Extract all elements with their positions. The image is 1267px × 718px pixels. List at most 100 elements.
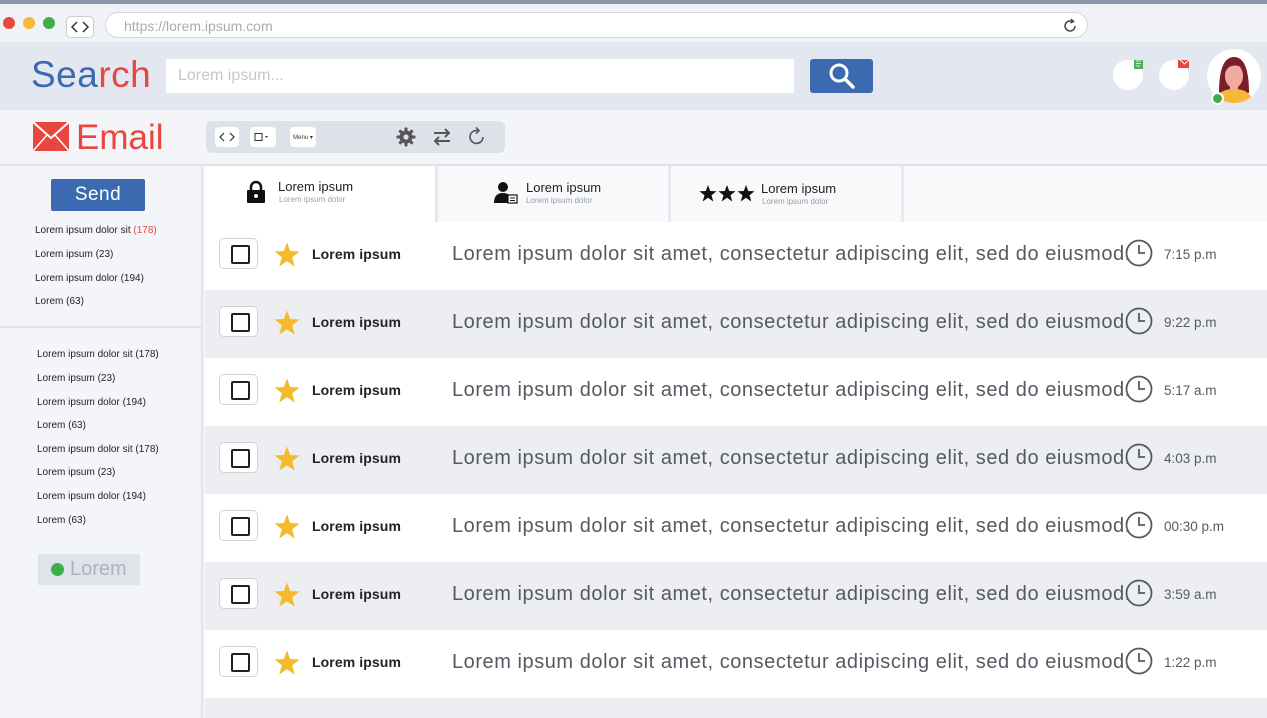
send-button[interactable]: Send [51, 179, 145, 211]
tab-primary[interactable]: Lorem ipsum Lorem ipsum dolor [205, 166, 435, 222]
star-icon[interactable] [274, 378, 300, 403]
sidebar-item[interactable]: Lorem ipsum (23) [37, 373, 115, 384]
message-preview[interactable]: Lorem ipsum dolor sit amet, consectetur … [452, 311, 1131, 334]
message-checkbox[interactable] [219, 578, 258, 609]
address-bar-url: https://lorem.ipsum.com [124, 18, 273, 34]
message-preview[interactable]: Lorem ipsum dolor sit amet, consectetur … [452, 243, 1131, 266]
message-row[interactable]: Lorem ipsum Lorem ipsum dolor sit amet, … [205, 494, 1267, 562]
message-preview[interactable]: Lorem ipsum dolor sit amet, consectetur … [452, 447, 1131, 470]
document-icon [1134, 58, 1143, 69]
back-forward-icon [70, 21, 90, 33]
select-dropdown-button[interactable] [250, 127, 276, 147]
mail-tabs: Lorem ipsum Lorem ipsum dolor Lorem ipsu… [205, 166, 1267, 222]
clock-icon [1125, 375, 1153, 403]
message-time: 7:15 p.m [1164, 247, 1217, 262]
message-time: 4:03 p.m [1164, 451, 1217, 466]
search-button[interactable] [810, 59, 873, 93]
star-icon[interactable] [274, 446, 300, 471]
back-forward-buttons[interactable] [66, 16, 94, 38]
star-icon[interactable] [274, 650, 300, 675]
message-checkbox[interactable] [219, 646, 258, 677]
message-row-partial [205, 698, 1267, 718]
message-sender: Lorem ipsum [312, 314, 402, 330]
star-icon[interactable] [274, 310, 300, 335]
close-window-button[interactable] [3, 17, 15, 29]
status-label: Lorem [70, 558, 127, 580]
message-sender: Lorem ipsum [312, 518, 402, 534]
message-row[interactable]: Lorem ipsum Lorem ipsum dolor sit amet, … [205, 426, 1267, 494]
message-time: 5:17 a.m [1164, 383, 1217, 398]
code-view-button[interactable] [215, 127, 239, 147]
message-sender: Lorem ipsum [312, 382, 402, 398]
star-icon[interactable] [274, 582, 300, 607]
clock-icon [1125, 307, 1153, 335]
sidebar-item[interactable]: Lorem ipsum dolor sit (178) [37, 444, 159, 455]
message-checkbox[interactable] [219, 374, 258, 405]
message-checkbox[interactable] [219, 510, 258, 541]
menu-dropdown-button[interactable]: Menu ▾ [290, 127, 316, 147]
message-row[interactable]: Lorem ipsum Lorem ipsum dolor sit amet, … [205, 358, 1267, 426]
status-online-dot [51, 563, 64, 576]
email-toolbar: Menu ▾ [206, 121, 505, 153]
clock-icon [1125, 443, 1153, 471]
message-row[interactable]: Lorem ipsum Lorem ipsum dolor sit amet, … [205, 562, 1267, 630]
gear-icon[interactable] [395, 126, 417, 148]
clock-icon [1125, 579, 1153, 607]
person-icon [494, 182, 518, 204]
message-sender: Lorem ipsum [312, 654, 402, 670]
mail-notification[interactable] [1159, 57, 1192, 90]
sidebar-item[interactable]: Lorem (63) [35, 296, 84, 307]
search-input[interactable] [166, 59, 794, 93]
message-time: 00:30 p.m [1164, 519, 1225, 534]
tab-starred[interactable]: Lorem ipsum Lorem ipsum dolor [671, 166, 901, 222]
online-status-dot [1211, 92, 1224, 105]
message-time: 1:22 p.m [1164, 655, 1217, 670]
minimize-window-button[interactable] [23, 17, 35, 29]
message-preview[interactable]: Lorem ipsum dolor sit amet, consectetur … [452, 651, 1131, 674]
clock-icon [1125, 647, 1153, 675]
refresh-icon[interactable] [466, 126, 488, 148]
sidebar-item[interactable]: Lorem ipsum (23) [35, 249, 113, 260]
message-row[interactable]: Lorem ipsum Lorem ipsum dolor sit amet, … [205, 222, 1267, 290]
sidebar-item[interactable]: Lorem ipsum dolor sit (178) [35, 225, 157, 236]
message-preview[interactable]: Lorem ipsum dolor sit amet, consectetur … [452, 515, 1131, 538]
message-sender: Lorem ipsum [312, 450, 402, 466]
message-preview[interactable]: Lorem ipsum dolor sit amet, consectetur … [452, 379, 1131, 402]
address-bar[interactable]: https://lorem.ipsum.com [105, 12, 1088, 38]
swap-arrows-icon[interactable] [431, 126, 453, 148]
magnifier-icon [829, 63, 855, 89]
code-brackets-icon [219, 132, 235, 142]
star-icon[interactable] [274, 514, 300, 539]
message-checkbox[interactable] [219, 238, 258, 269]
message-checkbox[interactable] [219, 306, 258, 337]
sidebar-item[interactable]: Lorem ipsum dolor (194) [37, 397, 146, 408]
clock-icon [1125, 511, 1153, 539]
sidebar-item[interactable]: Lorem ipsum dolor (194) [37, 491, 146, 502]
checkbox-dropdown-icon [254, 133, 268, 141]
maximize-window-button[interactable] [43, 17, 55, 29]
tab-social[interactable]: Lorem ipsum Lorem ipsum dolor [438, 166, 668, 222]
three-stars-icon [699, 185, 755, 202]
email-title: Email [76, 118, 164, 157]
envelope-icon [1177, 57, 1192, 68]
star-icon[interactable] [274, 242, 300, 267]
tab-empty [904, 166, 1267, 222]
sidebar-item[interactable]: Lorem (63) [37, 420, 86, 431]
message-preview[interactable]: Lorem ipsum dolor sit amet, consectetur … [452, 583, 1131, 606]
clock-icon [1125, 239, 1153, 267]
status-toggle[interactable]: Lorem [38, 554, 140, 585]
sidebar-item[interactable]: Lorem ipsum dolor (194) [35, 273, 144, 284]
message-row[interactable]: Lorem ipsum Lorem ipsum dolor sit amet, … [205, 630, 1267, 698]
document-notification[interactable] [1113, 58, 1143, 90]
reload-icon[interactable] [1061, 17, 1079, 35]
message-row[interactable]: Lorem ipsum Lorem ipsum dolor sit amet, … [205, 290, 1267, 358]
sidebar-item[interactable]: Lorem ipsum (23) [37, 467, 115, 478]
message-time: 3:59 a.m [1164, 587, 1217, 602]
search-header: Search [0, 42, 1267, 110]
sidebar-item[interactable]: Lorem (63) [37, 515, 86, 526]
sidebar-item[interactable]: Lorem ipsum dolor sit (178) [37, 349, 159, 360]
message-checkbox[interactable] [219, 442, 258, 473]
sidebar-divider [0, 326, 202, 328]
sidebar: Send Lorem ipsum dolor sit (178) Lorem i… [0, 166, 203, 718]
message-time: 9:22 p.m [1164, 315, 1217, 330]
